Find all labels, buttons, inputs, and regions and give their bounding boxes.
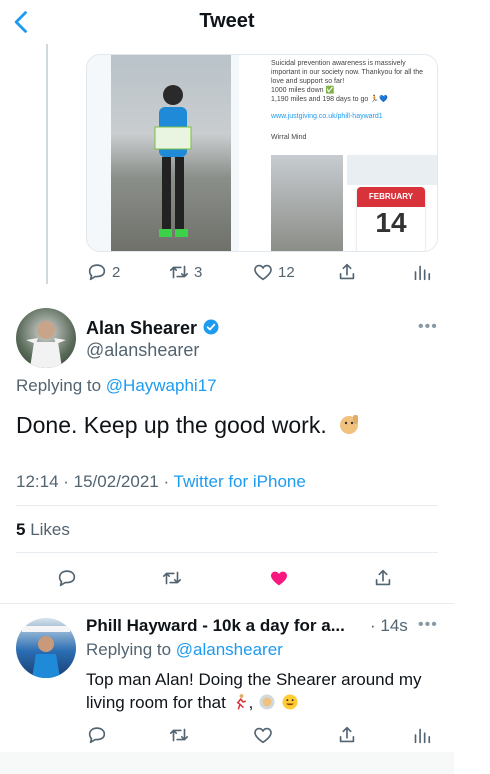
right-margin: [454, 0, 490, 774]
like-button[interactable]: [252, 724, 274, 746]
reply-timestamp: · 14s: [370, 616, 408, 635]
reply-author-name[interactable]: Phill Hayward - 10k a day for a...: [86, 616, 345, 636]
retweet-icon: [162, 571, 182, 585]
divider: [16, 552, 438, 553]
poster-collage: Suicidal prevention awareness is massive…: [239, 55, 437, 251]
heart-icon: [254, 264, 272, 281]
retweet-icon: [169, 265, 189, 279]
runner-emoji-icon: [236, 694, 246, 710]
replying-handle-link[interactable]: @alanshearer: [176, 640, 283, 659]
filled-heart-icon: [271, 571, 287, 586]
runner-figure: [154, 85, 192, 237]
retweet-button[interactable]: [168, 724, 190, 746]
analytics-button[interactable]: [410, 724, 432, 746]
author-handle[interactable]: @alanshearer: [86, 340, 199, 361]
verified-badge-icon: [203, 319, 219, 335]
more-options-icon[interactable]: •••: [418, 616, 438, 634]
face-emoji-icon: [259, 694, 275, 710]
share-button[interactable]: [336, 724, 358, 746]
retweet-button[interactable]: 3: [168, 261, 202, 283]
bottom-strip: [0, 752, 490, 774]
heart-icon: [254, 727, 272, 744]
likes-count-link[interactable]: 5 Likes: [16, 520, 70, 540]
analytics-icon: [414, 265, 431, 281]
replying-handle-link[interactable]: @Haywaphi17: [106, 376, 217, 395]
share-icon: [339, 726, 355, 743]
like-button[interactable]: 12: [252, 261, 295, 283]
thread-connector-line: [46, 44, 48, 284]
share-button[interactable]: [372, 567, 394, 589]
reply-text: Top man Alan! Doing the Shearer around m…: [86, 670, 422, 712]
more-options-icon[interactable]: •••: [418, 318, 438, 336]
reply-button[interactable]: [86, 724, 108, 746]
retweet-button[interactable]: [161, 567, 183, 589]
runner-photo: [111, 55, 231, 251]
retweet-icon: [169, 728, 189, 742]
top-bar: Tweet: [0, 0, 490, 46]
avatar-figure: [22, 626, 70, 678]
comment-icon: [88, 727, 106, 744]
laughing-emoji-icon: [282, 694, 298, 710]
avatar-figure: [26, 321, 66, 368]
comment-icon: [88, 264, 106, 281]
tweet-meta: 12:14 · 15/02/2021 · Twitter for iPhone: [16, 472, 306, 491]
liked-button[interactable]: [268, 567, 290, 589]
reply-button[interactable]: [56, 567, 78, 589]
reply-button[interactable]: 2: [86, 261, 120, 283]
replying-to: Replying to @Haywaphi17: [16, 376, 217, 395]
share-icon: [339, 263, 355, 280]
divider: [16, 505, 438, 506]
divider: [0, 603, 454, 604]
comment-icon: [58, 570, 76, 587]
source-link[interactable]: Twitter for iPhone: [174, 472, 306, 491]
tweet-media[interactable]: Suicidal prevention awareness is massive…: [86, 54, 438, 252]
analytics-button[interactable]: [410, 261, 432, 283]
raised-hand-emoji-icon: [340, 415, 359, 434]
avatar[interactable]: [16, 618, 76, 678]
author-name[interactable]: Alan Shearer: [86, 318, 220, 339]
calendar-icon: FEBRUARY 14: [357, 187, 425, 251]
small-runner-photo: [271, 155, 343, 251]
replying-to: Replying to @alanshearer: [86, 640, 283, 659]
share-button[interactable]: [336, 261, 358, 283]
analytics-icon: [414, 728, 431, 744]
map-thumbnail: [347, 155, 437, 185]
page-title: Tweet: [199, 10, 255, 32]
tweet-text: Done. Keep up the good work.: [16, 412, 361, 439]
share-icon: [375, 569, 391, 586]
poster-text: Suicidal prevention awareness is massive…: [271, 60, 424, 141]
avatar[interactable]: [16, 308, 76, 368]
